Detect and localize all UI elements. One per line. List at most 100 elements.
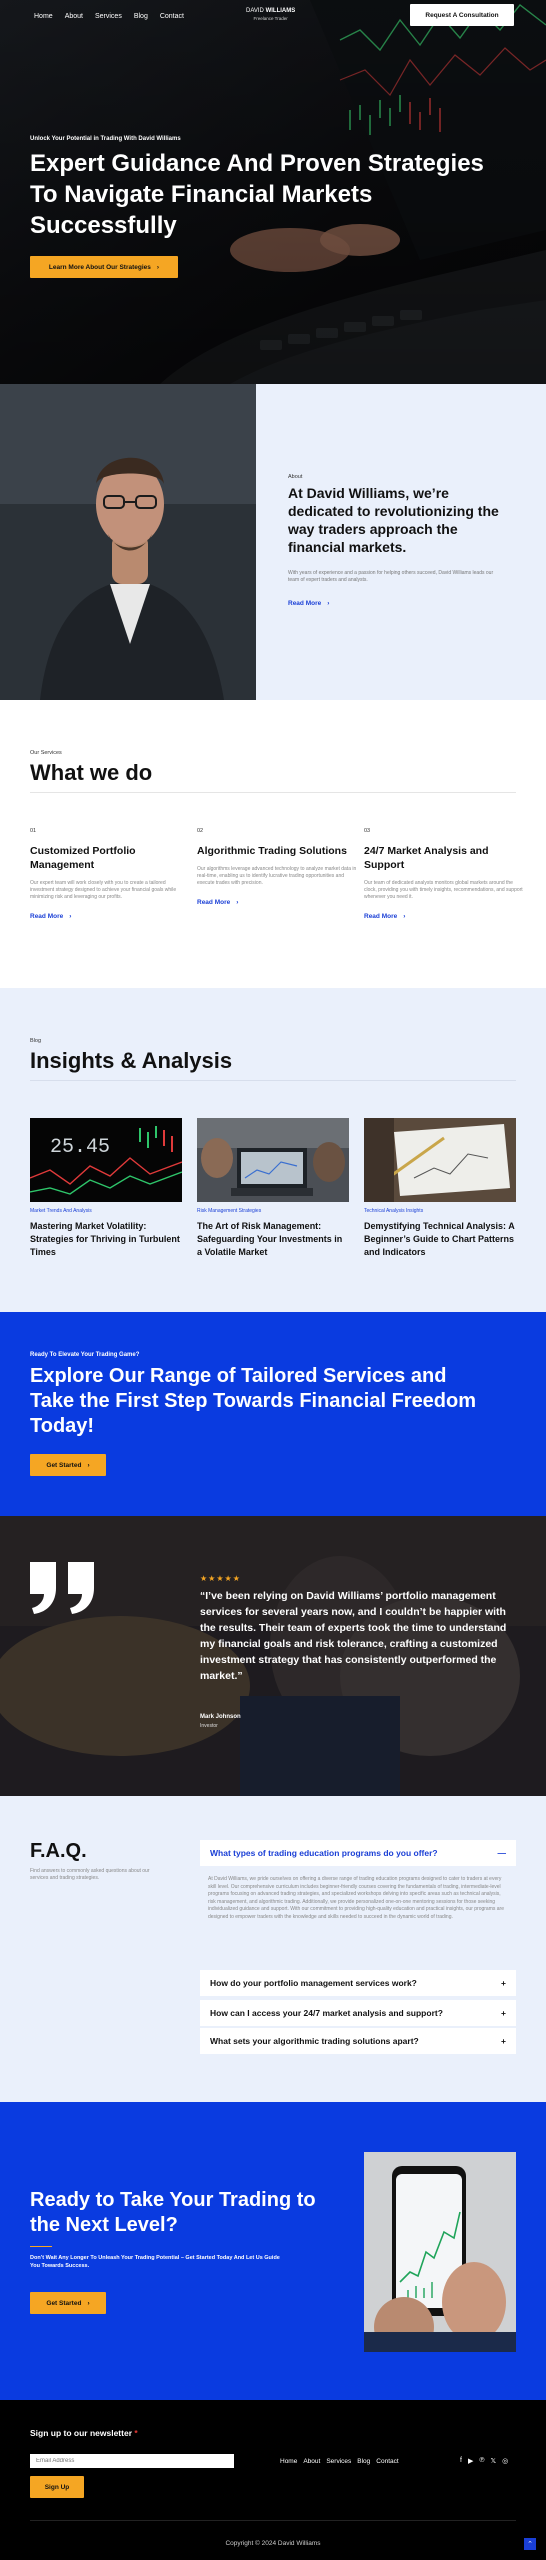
nav-link-home[interactable]: Home [34,13,53,20]
faq-item[interactable]: What sets your algorithmic trading solut… [200,2028,516,2054]
newsletter-heading: Sign up to our newsletter * [30,2428,138,2438]
nav-link-about[interactable]: About [65,13,83,20]
about-read-more-link[interactable]: Read More › [288,600,329,607]
blog-title: Insights & Analysis [30,1048,233,1073]
get-started-button[interactable]: Get Started › [30,1454,106,1476]
instagram-icon[interactable]: ◎ [502,2457,508,2465]
about-title: At David Williams, we’re dedicated to re… [288,485,499,555]
next-level-cta-section: Ready to Take Your Trading to the Next L… [0,2102,546,2400]
blog-post-image: 25.45 [30,1118,182,1202]
main-navigation: Home About Services Blog Contact DAVID W… [0,0,546,32]
chevron-right-icon: › [327,600,330,607]
services-section: Our Services What we do 01 Customized Po… [0,700,546,988]
divider [30,1080,516,1081]
hero-section: Home About Services Blog Contact DAVID W… [0,0,546,384]
chevron-right-icon: › [87,2299,90,2307]
logo-subtitle: Freelance Trader [253,16,288,21]
service-number: 03 [364,828,371,834]
faq-item[interactable]: How can I access your 24/7 market analys… [200,2000,516,2026]
rating-stars: ★★★★★ [200,1574,241,1583]
about-text: With years of experience and a passion f… [288,570,494,583]
footer-link-services[interactable]: Services [326,2458,351,2465]
hero-title: Expert Guidance And Proven Strategies To… [30,150,484,239]
plus-icon[interactable]: + [501,2008,506,2018]
youtube-icon[interactable]: ▶ [468,2457,473,2465]
nav-link-blog[interactable]: Blog [134,13,148,20]
plus-icon[interactable]: + [501,2036,506,2046]
faq-title: F.A.Q. [30,1840,87,1862]
blog-post-category[interactable]: Market Trends And Analysis [30,1208,182,1214]
newsletter-email-input[interactable] [30,2454,234,2468]
services-title: What we do [30,760,153,785]
cta2-text: Don’t Wait Any Longer To Unleash Your Tr… [30,2255,280,2269]
service-read-more-link[interactable]: Read More › [30,913,190,920]
link-label: Read More [30,913,64,920]
faq-item-open[interactable]: What types of trading education programs… [200,1840,516,1866]
blog-post-title[interactable]: The Art of Risk Management: Safeguarding… [197,1220,349,1259]
blog-post-category[interactable]: Technical Analysis Insights [364,1208,516,1214]
sign-up-button[interactable]: Sign Up [30,2476,84,2498]
link-label: Read More [364,913,398,920]
footer-link-about[interactable]: About [303,2458,320,2465]
faq-question: What types of trading education programs… [210,1848,438,1858]
about-label: About [288,474,303,480]
faq-question: How do your portfolio management service… [210,1978,417,1988]
blog-post-card[interactable]: Risk Management Strategies The Art of Ri… [197,1118,349,1259]
footer-link-home[interactable]: Home [280,2458,297,2465]
request-consultation-button[interactable]: Request A Consultation [410,4,514,26]
pinterest-icon[interactable]: ℗ [479,2457,484,2465]
button-label: Learn More About Our Strategies [48,263,151,271]
get-started-button[interactable]: Get Started › [30,2292,106,2314]
nav-link-services[interactable]: Services [95,13,122,20]
learn-more-strategies-button[interactable]: Learn More About Our Strategies › [30,256,178,278]
chevron-right-icon: › [156,263,160,271]
footer-navigation: Home About Services Blog Contact [280,2458,399,2465]
chevron-right-icon: › [236,899,239,906]
twitter-icon[interactable]: 𝕏 [491,2457,497,2465]
faq-item[interactable]: How do your portfolio management service… [200,1970,516,1996]
testimonial-role: Investor [200,1723,218,1729]
link-label: Read More [197,899,231,906]
blog-post-image [197,1118,349,1202]
phone-trading-image [364,2152,516,2352]
minus-icon[interactable]: — [498,1848,507,1858]
service-title: Customized Portfolio Management [30,845,136,871]
chevron-right-icon: › [69,913,72,920]
blog-post-image [364,1118,516,1202]
button-label: Get Started [46,2299,82,2307]
service-text: Our expert team will work closely with y… [30,880,177,900]
service-text: Our algorithms leverage advanced technol… [197,866,357,886]
site-logo[interactable]: DAVID WILLIAMS Freelance Trader [246,8,295,23]
newsletter-heading-text: Sign up to our newsletter [30,2428,133,2438]
service-read-more-link[interactable]: Read More › [197,899,357,906]
chevron-right-icon: › [403,913,406,920]
service-text: Our team of dedicated analysts monitors … [364,880,523,900]
blog-section: Blog Insights & Analysis 25.45 Market Tr… [0,988,546,1312]
footer-link-contact[interactable]: Contact [376,2458,398,2465]
testimonial-quote: “I’ve been relying on David Williams’ po… [200,1590,507,1682]
facebook-icon[interactable]: f [460,2457,462,2465]
faq-section: F.A.Q. Find answers to commonly asked qu… [0,1796,546,2102]
required-marker: * [134,2428,138,2438]
blog-post-title[interactable]: Mastering Market Volatility: Strategies … [30,1220,182,1259]
blog-post-title[interactable]: Demystifying Technical Analysis: A Begin… [364,1220,516,1259]
footer-link-blog[interactable]: Blog [357,2458,370,2465]
blog-post-card[interactable]: Technical Analysis Insights Demystifying… [364,1118,516,1259]
blog-post-card[interactable]: 25.45 Market Trends And Analysis Masteri… [30,1118,182,1259]
about-section: About At David Williams, we’re dedicated… [0,384,546,700]
service-number: 01 [30,828,37,834]
blog-post-category[interactable]: Risk Management Strategies [197,1208,349,1214]
plus-icon[interactable]: + [501,1978,506,1988]
david-williams-portrait [0,384,256,700]
divider [30,792,516,793]
scroll-to-top-button[interactable]: ⌃ [524,2538,536,2550]
nav-link-contact[interactable]: Contact [160,13,184,20]
service-read-more-link[interactable]: Read More › [364,913,524,920]
service-card: 03 24/7 Market Analysis and Support Our … [364,828,524,920]
chevron-right-icon: › [87,1461,90,1469]
hero-eyebrow: Unlock Your Potential in Trading With Da… [30,136,181,142]
copyright-text: Copyright © 2024 David Williams [225,2540,321,2547]
service-number: 02 [197,828,204,834]
service-card: 01 Customized Portfolio Management Our e… [30,828,190,920]
portrait-illustration [0,384,256,700]
